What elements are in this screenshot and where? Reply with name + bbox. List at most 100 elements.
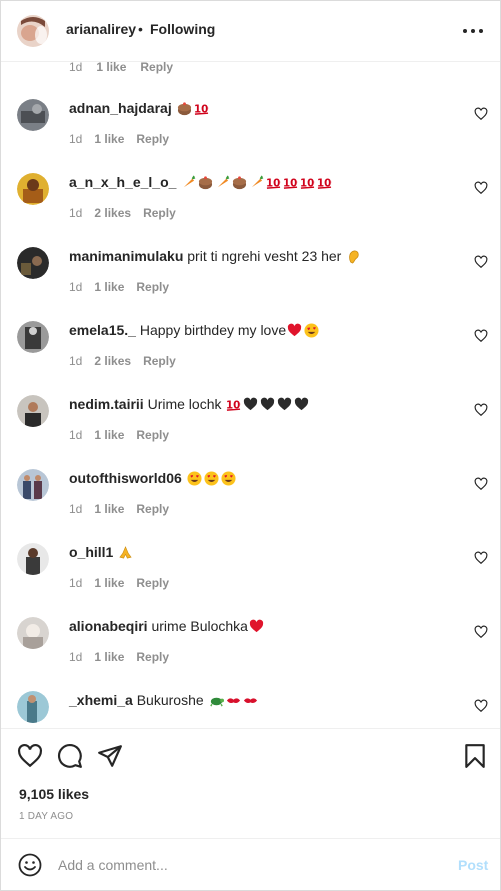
carrot-icon	[218, 175, 230, 188]
comment-meta-partial: 1d 1 like Reply	[69, 62, 187, 74]
commenter-username[interactable]: adnan_hajdaraj	[69, 100, 172, 116]
heart-outline-icon[interactable]	[474, 107, 488, 121]
hundred-icon: 100	[317, 177, 332, 189]
heart-outline-icon[interactable]	[474, 551, 488, 565]
commenter-username[interactable]: nedim.tairii	[69, 396, 144, 412]
comment-meta: 1d 2 likes Reply	[69, 206, 176, 220]
comment-likes[interactable]: 1 like	[96, 62, 126, 74]
heart-outline-icon[interactable]	[474, 403, 488, 417]
comment-text: emela15._ Happy birthdey my love	[69, 321, 320, 339]
author-avatar[interactable]	[17, 15, 49, 47]
more-options-icon[interactable]	[459, 21, 487, 41]
reply-button[interactable]: Reply	[136, 650, 169, 664]
reply-button[interactable]: Reply	[136, 428, 169, 442]
comment-bubble-icon[interactable]	[57, 743, 83, 769]
ear-icon	[349, 250, 359, 264]
heart-outline-icon[interactable]	[474, 329, 488, 343]
comments-list[interactable]: 1d 1 like Reply adnan_hajdaraj 100 1d1 lik…	[1, 62, 500, 728]
commenter-username[interactable]: a_n_x_h_e_l_o_	[69, 174, 176, 190]
kiss-icon	[243, 698, 257, 703]
commenter-avatar[interactable]	[17, 617, 49, 649]
commenter-avatar[interactable]	[17, 321, 49, 353]
comment-emojis	[341, 248, 362, 264]
post-header: arianalirey • Following	[1, 1, 500, 62]
comment-text: nedim.tairii Urime lochk 100	[69, 395, 310, 413]
post-button[interactable]: Post	[458, 857, 488, 873]
commenter-avatar[interactable]	[17, 247, 49, 279]
comment-emojis	[204, 692, 259, 708]
commenter-username[interactable]: manimanimulaku	[69, 248, 183, 264]
comment-meta: 1d 1 like Reply	[69, 502, 170, 516]
comment-emojis: 100	[176, 100, 210, 116]
commenter-username[interactable]: o_hill1	[69, 544, 113, 560]
like-count[interactable]: 9,105 likes	[19, 786, 89, 802]
bookmark-icon[interactable]	[462, 743, 488, 769]
hundred-icon: 100	[266, 177, 281, 189]
paper-plane-icon[interactable]	[97, 743, 123, 769]
comment-emojis	[186, 470, 237, 486]
commenter-avatar[interactable]	[17, 469, 49, 501]
comment-meta: 1d 1 like Reply	[69, 650, 170, 664]
reply-button[interactable]: Reply	[140, 62, 173, 74]
comment-emojis	[248, 618, 265, 634]
comment-meta: 1d 1 like Reply	[69, 576, 170, 590]
heart-outline-icon[interactable]	[17, 743, 43, 769]
heart-outline-icon[interactable]	[474, 255, 488, 269]
comment-meta: 1d 1 like Reply	[69, 132, 170, 146]
heart-eyes-icon	[221, 471, 236, 486]
red-heart-icon	[288, 323, 302, 337]
hundred-icon: 100	[194, 103, 209, 115]
reply-button[interactable]: Reply	[136, 132, 169, 146]
author-username[interactable]: arianalirey	[66, 21, 136, 37]
heart-outline-icon[interactable]	[474, 625, 488, 639]
comment-text: a_n_x_h_e_l_o_ 100100100100	[69, 173, 333, 191]
comment-item: outofthisworld06 1d 1 like Reply	[1, 469, 500, 543]
black-heart-icon	[244, 397, 258, 411]
comment-item: manimanimulaku prit ti ngrehi vesht 23 h…	[1, 247, 500, 321]
turtle-icon	[209, 697, 224, 707]
comment-item: a_n_x_h_e_l_o_ 100100100100 1d2 likesRep…	[1, 173, 500, 247]
comment-text: o_hill1	[69, 543, 134, 561]
smiley-icon[interactable]	[18, 853, 42, 877]
reply-button[interactable]: Reply	[136, 576, 169, 590]
commenter-avatar[interactable]	[17, 99, 49, 131]
comment-text: manimanimulaku prit ti ngrehi vesht 23 h…	[69, 247, 362, 265]
commenter-avatar[interactable]	[17, 543, 49, 575]
heart-eyes-icon	[304, 323, 319, 338]
following-button[interactable]: Following	[150, 21, 215, 37]
commenter-username[interactable]: alionabeqiri	[69, 618, 148, 634]
black-heart-icon	[278, 397, 292, 411]
hundred-icon: 100	[283, 177, 298, 189]
black-heart-icon	[295, 397, 309, 411]
cake-icon	[177, 102, 191, 116]
comment-meta: 1d 2 likes Reply	[69, 354, 176, 368]
heart-eyes-icon	[187, 471, 202, 486]
reply-button[interactable]: Reply	[136, 280, 169, 294]
commenter-username[interactable]: outofthisworld06	[69, 470, 182, 486]
black-heart-icon	[261, 397, 275, 411]
commenter-avatar[interactable]	[17, 173, 49, 205]
reply-button[interactable]: Reply	[143, 354, 176, 368]
commenter-avatar[interactable]	[17, 691, 49, 723]
heart-eyes-icon	[204, 471, 219, 486]
red-heart-icon	[249, 619, 264, 633]
header-separator: •	[138, 21, 143, 37]
heart-outline-icon[interactable]	[474, 477, 488, 491]
heart-outline-icon[interactable]	[474, 181, 488, 195]
comment-item: alionabeqiri urime Bulochka 1d 1 like Repl…	[1, 617, 500, 691]
comment-item: emela15._ Happy birthdey my love 1d 2 lik…	[1, 321, 500, 395]
comment-emojis: 100100100100	[180, 174, 333, 190]
comment-time: 1d	[69, 62, 83, 74]
kiss-icon	[226, 698, 240, 703]
post-timestamp: 1 DAY AGO	[19, 811, 74, 822]
reply-button[interactable]: Reply	[136, 502, 169, 516]
commenter-username[interactable]: emela15._	[69, 322, 136, 338]
hundred-icon: 100	[300, 177, 315, 189]
reply-button[interactable]: Reply	[143, 206, 176, 220]
heart-outline-icon[interactable]	[474, 699, 488, 713]
commenter-avatar[interactable]	[17, 395, 49, 427]
commenter-username[interactable]: _xhemi_a	[69, 692, 133, 708]
cake-icon	[233, 176, 247, 190]
comment-input[interactable]	[58, 853, 438, 877]
comment-item: o_hill1 1d 1 like Reply	[1, 543, 500, 617]
